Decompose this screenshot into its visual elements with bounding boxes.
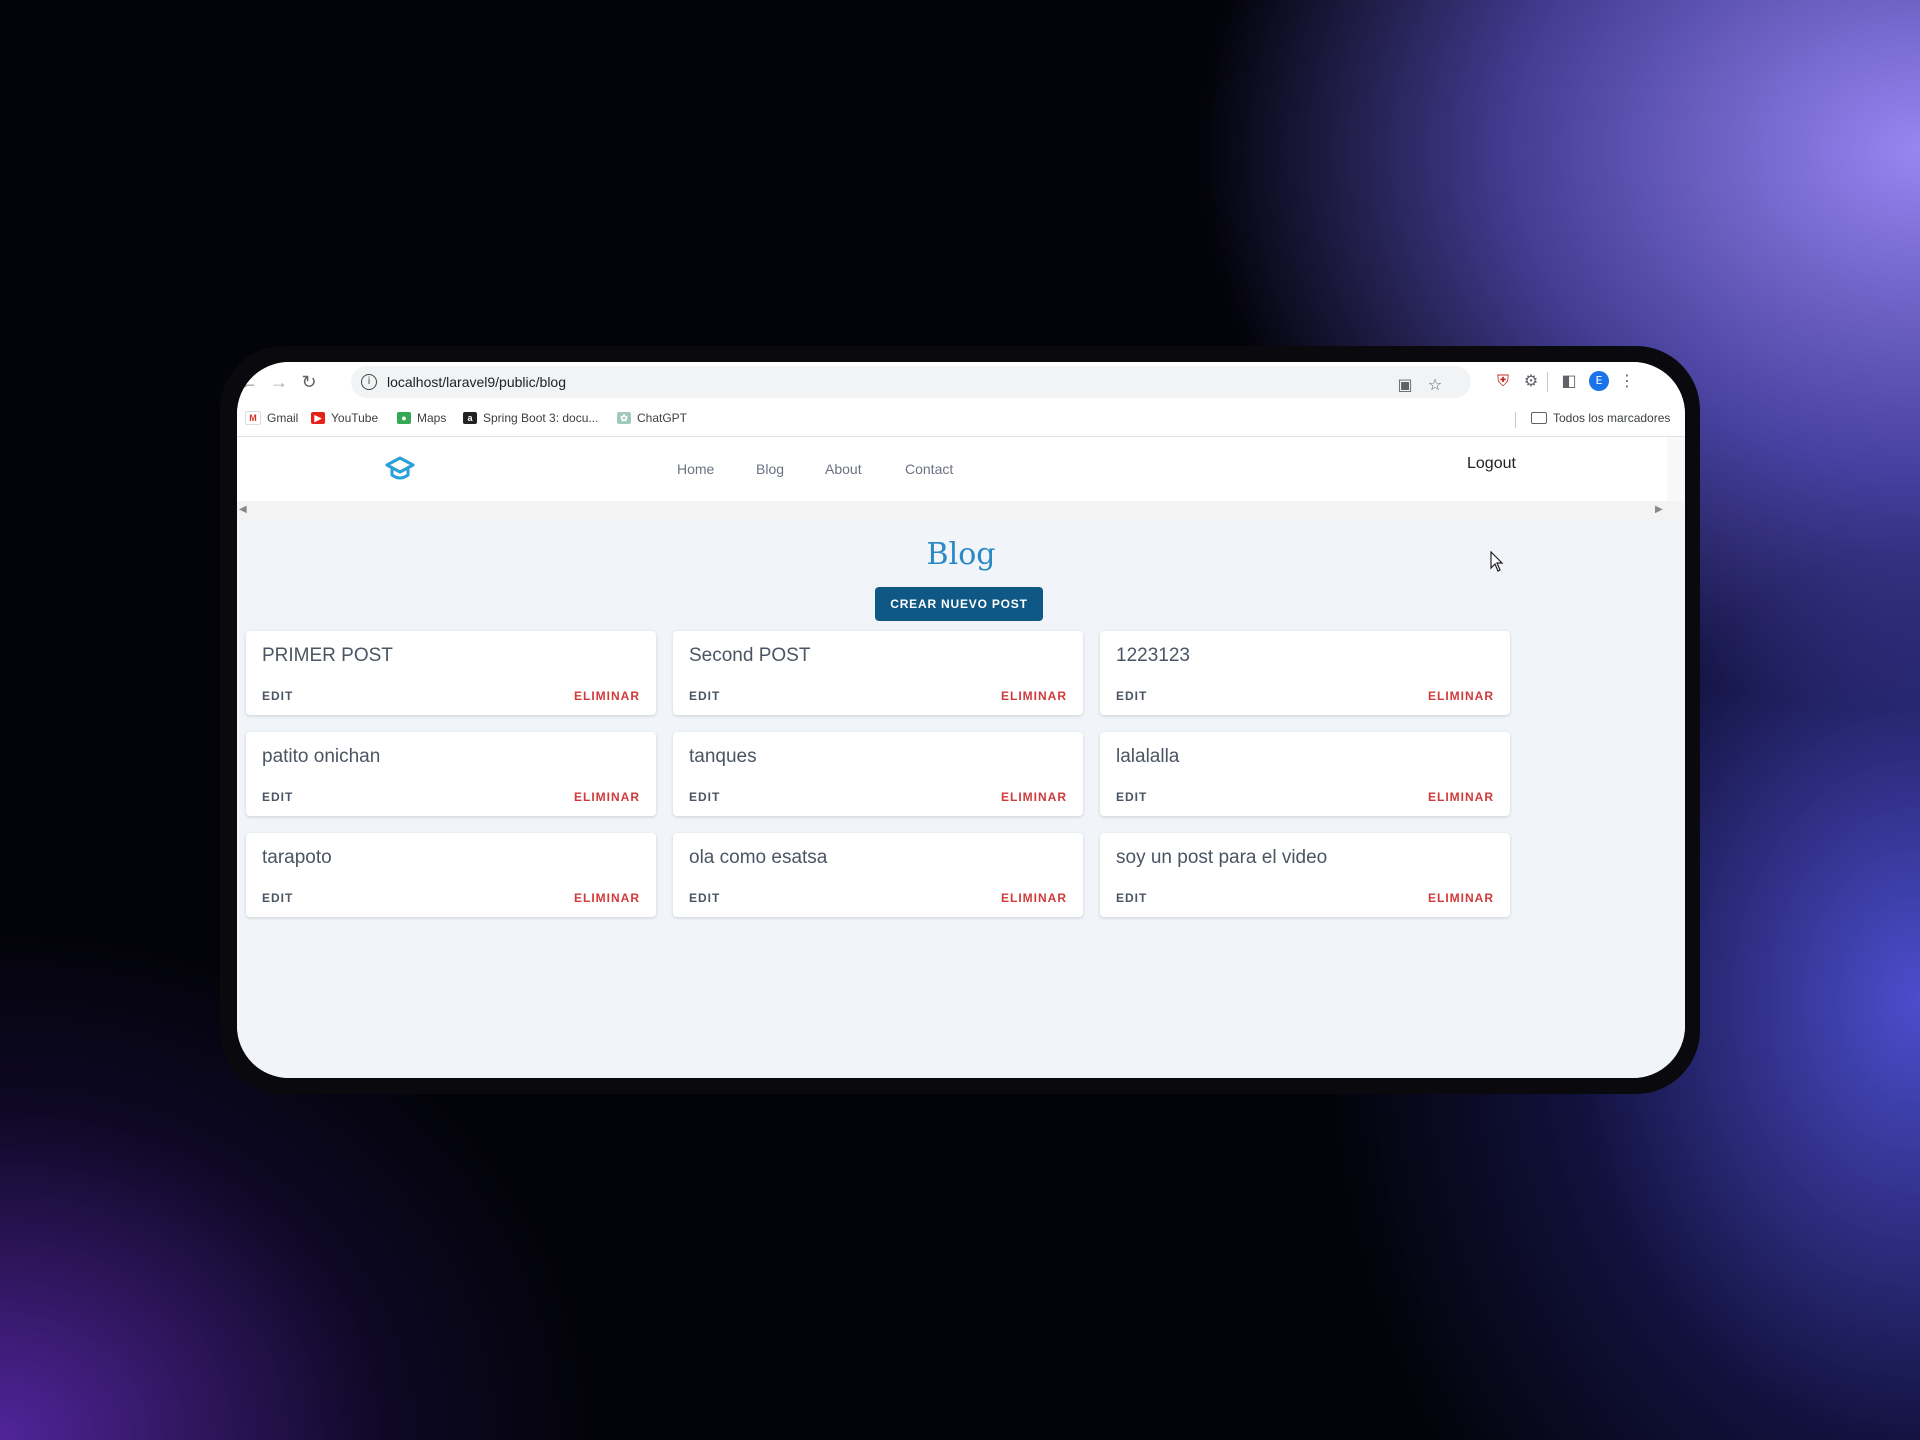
post-title: soy un post para el video	[1116, 847, 1328, 868]
post-card: tanques EDIT ELIMINAR	[673, 732, 1083, 816]
address-bar[interactable]: i localhost/laravel9/public/blog ▣ ☆	[351, 366, 1471, 398]
edit-post-link[interactable]: EDIT	[1116, 689, 1147, 703]
post-card: 1223123 EDIT ELIMINAR	[1100, 631, 1510, 715]
post-card: tarapoto EDIT ELIMINAR	[246, 833, 656, 917]
scroll-right-icon[interactable]: ▶	[1655, 504, 1663, 515]
edit-post-link[interactable]: EDIT	[262, 790, 293, 804]
edit-post-link[interactable]: EDIT	[262, 891, 293, 905]
delete-post-button[interactable]: ELIMINAR	[1001, 790, 1067, 804]
create-post-button[interactable]: CREAR NUEVO POST	[875, 587, 1043, 621]
maps-icon: ●	[397, 412, 411, 424]
delete-post-button[interactable]: ELIMINAR	[574, 790, 640, 804]
nav-link-contact[interactable]: Contact	[905, 461, 953, 477]
translate-icon[interactable]: ▣	[1395, 375, 1415, 395]
bookmarks-divider	[1515, 412, 1516, 428]
gmail-icon: M	[245, 411, 261, 425]
profile-avatar[interactable]: E	[1589, 371, 1609, 391]
delete-post-button[interactable]: ELIMINAR	[1428, 891, 1494, 905]
delete-post-button[interactable]: ELIMINAR	[1001, 891, 1067, 905]
nav-link-blog[interactable]: Blog	[756, 461, 784, 477]
bookmark-chatgpt[interactable]: ✿ ChatGPT	[617, 411, 687, 425]
delete-post-button[interactable]: ELIMINAR	[574, 689, 640, 703]
side-panel-icon[interactable]: ◧	[1559, 371, 1579, 391]
page-content: Home Blog About Contact Logout ◀ ▶ Blog …	[237, 437, 1685, 1078]
youtube-icon: ▶	[311, 412, 325, 424]
edit-post-link[interactable]: EDIT	[689, 790, 720, 804]
edit-post-link[interactable]: EDIT	[689, 891, 720, 905]
site-navbar: Home Blog About Contact Logout	[237, 437, 1685, 502]
post-title: PRIMER POST	[262, 645, 393, 666]
delete-post-button[interactable]: ELIMINAR	[1428, 689, 1494, 703]
page-title: Blog	[926, 537, 996, 572]
folder-icon	[1531, 412, 1547, 424]
nav-link-home[interactable]: Home	[677, 461, 714, 477]
bookmarks-bar: M Gmail ▶ YouTube ● Maps a Spring Boot 3…	[237, 402, 1685, 437]
graduation-cap-logo-icon[interactable]	[385, 455, 415, 483]
bookmark-label: Maps	[417, 411, 447, 425]
post-title: 1223123	[1116, 645, 1190, 666]
all-bookmarks-folder[interactable]: Todos los marcadores	[1531, 411, 1670, 425]
bookmark-label: ChatGPT	[637, 411, 688, 425]
url-text[interactable]: localhost/laravel9/public/blog	[387, 374, 566, 390]
bookmark-gmail[interactable]: M Gmail	[245, 411, 298, 425]
browser-window: ← → ↻ i localhost/laravel9/public/blog ▣…	[237, 362, 1685, 1078]
nav-link-about[interactable]: About	[825, 461, 862, 477]
post-title: ola como esatsa	[689, 847, 828, 868]
browser-toolbar: ← → ↻ i localhost/laravel9/public/blog ▣…	[237, 362, 1685, 402]
bookmark-label: Spring Boot 3: docu...	[483, 411, 599, 425]
horizontal-scrollbar[interactable]: ◀ ▶	[237, 501, 1685, 519]
bookmark-star-icon[interactable]: ☆	[1425, 375, 1445, 395]
bookmark-spring[interactable]: a Spring Boot 3: docu...	[463, 411, 598, 425]
toolbar-divider	[1547, 372, 1548, 392]
reload-icon[interactable]: ↻	[297, 370, 321, 394]
bookmark-label: YouTube	[331, 411, 379, 425]
site-info-icon[interactable]: i	[361, 374, 377, 390]
edit-post-link[interactable]: EDIT	[689, 689, 720, 703]
edit-post-link[interactable]: EDIT	[1116, 790, 1147, 804]
delete-post-button[interactable]: ELIMINAR	[1428, 790, 1494, 804]
back-icon[interactable]: ←	[237, 370, 261, 394]
edit-post-link[interactable]: EDIT	[262, 689, 293, 703]
post-card: patito onichan EDIT ELIMINAR	[246, 732, 656, 816]
post-card: ola como esatsa EDIT ELIMINAR	[673, 833, 1083, 917]
delete-post-button[interactable]: ELIMINAR	[574, 891, 640, 905]
menu-dots-icon[interactable]: ⋮	[1617, 371, 1637, 391]
bookmark-youtube[interactable]: ▶ YouTube	[311, 411, 378, 425]
post-title: lalalalla	[1116, 746, 1180, 767]
post-title: Second POST	[689, 645, 811, 666]
device-frame: ← → ↻ i localhost/laravel9/public/blog ▣…	[220, 346, 1700, 1094]
edit-post-link[interactable]: EDIT	[1116, 891, 1147, 905]
post-title: tarapoto	[262, 847, 332, 868]
post-card: Second POST EDIT ELIMINAR	[673, 631, 1083, 715]
shield-extension-icon[interactable]: ⛨	[1493, 371, 1513, 391]
post-title: tanques	[689, 746, 757, 767]
spring-icon: a	[463, 412, 477, 424]
post-card: soy un post para el video EDIT ELIMINAR	[1100, 833, 1510, 917]
post-title: patito onichan	[262, 746, 381, 767]
bookmark-label: Gmail	[267, 411, 299, 425]
delete-post-button[interactable]: ELIMINAR	[1001, 689, 1067, 703]
scroll-left-icon[interactable]: ◀	[239, 504, 247, 515]
extensions-icon[interactable]: ⚙	[1521, 371, 1541, 391]
chatgpt-icon: ✿	[617, 412, 631, 424]
forward-icon[interactable]: →	[267, 370, 291, 394]
all-bookmarks-label: Todos los marcadores	[1553, 411, 1671, 425]
post-card: lalalalla EDIT ELIMINAR	[1100, 732, 1510, 816]
bookmark-maps[interactable]: ● Maps	[397, 411, 446, 425]
post-card: PRIMER POST EDIT ELIMINAR	[246, 631, 656, 715]
logout-link[interactable]: Logout	[1467, 455, 1516, 473]
